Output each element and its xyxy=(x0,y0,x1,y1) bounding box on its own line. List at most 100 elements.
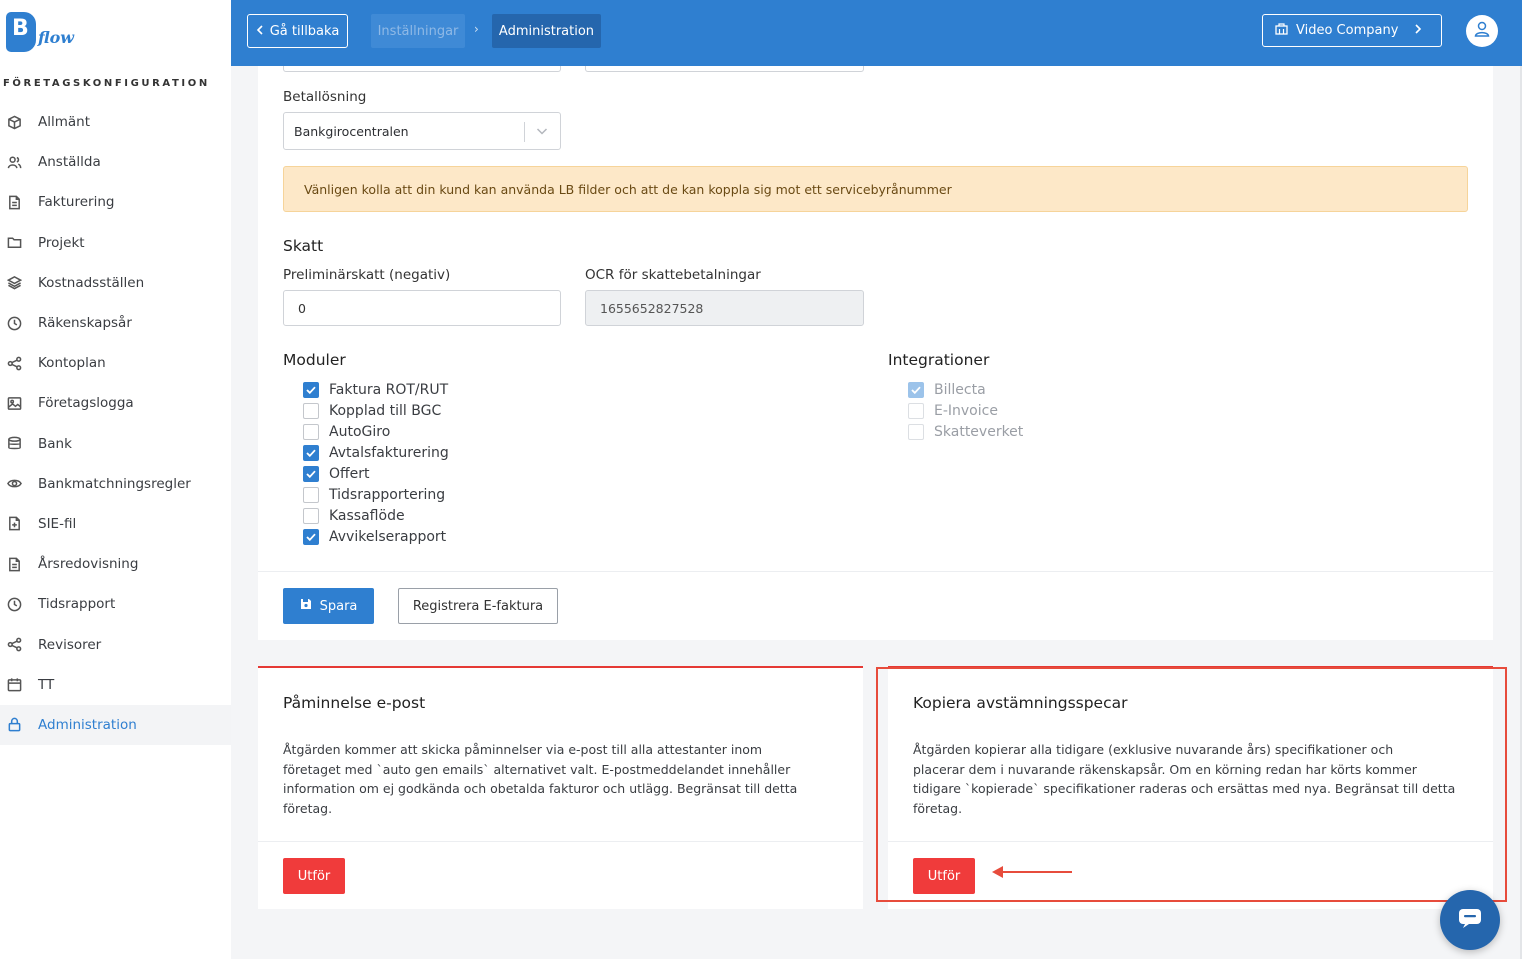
sidebar-item-allmänt[interactable]: Allmänt xyxy=(0,102,231,142)
checkbox-unchecked-icon[interactable] xyxy=(303,486,319,503)
module-checkbox-row[interactable]: Avvikelserapport xyxy=(303,526,449,547)
sidebar-item-label: SIE-fil xyxy=(38,515,77,532)
back-label: Gå tillbaka xyxy=(269,23,340,39)
sidebar-item-bank[interactable]: Bank xyxy=(0,424,231,464)
sidebar-item-label: Administration xyxy=(38,716,137,733)
reminder-run-button[interactable]: Utför xyxy=(283,858,345,894)
card-divider xyxy=(258,841,863,842)
payment-select[interactable]: Bankgirocentralen xyxy=(283,112,561,150)
module-checkbox-row[interactable]: Avtalsfakturering xyxy=(303,442,449,463)
breadcrumb-administration[interactable]: Administration xyxy=(492,14,601,48)
sidebar-item-label: Revisorer xyxy=(38,636,102,653)
sidebar-item-räkenskapsår[interactable]: Räkenskapsår xyxy=(0,303,231,343)
layers-icon xyxy=(6,275,22,291)
integration-checkbox-row: Skatteverket xyxy=(908,421,1023,442)
reminder-desc-line: företag. xyxy=(283,800,333,816)
chevron-left-icon xyxy=(256,24,264,39)
sidebar-item-projekt[interactable]: Projekt xyxy=(0,223,231,263)
sidebar-item-årsredovisning[interactable]: Årsredovisning xyxy=(0,544,231,584)
annotation-arrow-icon xyxy=(992,866,1003,878)
prelim-tax-input[interactable]: 0 xyxy=(283,290,561,326)
checkbox-unchecked-icon xyxy=(908,402,924,419)
clock-icon xyxy=(6,596,22,612)
checkbox-checked-icon[interactable] xyxy=(303,444,319,461)
input-stub-left xyxy=(283,66,561,72)
sidebar-item-tt[interactable]: TT xyxy=(0,665,231,705)
integration-checkbox-row: E-Invoice xyxy=(908,400,1023,421)
sidebar-item-anställda[interactable]: Anställda xyxy=(0,142,231,182)
register-einvoice-button[interactable]: Registrera E-faktura xyxy=(398,588,558,624)
sidebar-item-företagslogga[interactable]: Företagslogga xyxy=(0,383,231,423)
module-checkbox-row[interactable]: Kopplad till BGC xyxy=(303,400,449,421)
sidebar-item-label: Fakturering xyxy=(38,194,115,211)
chevron-down-icon xyxy=(536,125,548,140)
module-checkbox-row[interactable]: Offert xyxy=(303,463,449,484)
bflow-logo[interactable]: B flow xyxy=(6,12,74,54)
sidebar-item-label: Tidsrapport xyxy=(38,596,116,613)
sidebar-item-label: Allmänt xyxy=(38,114,91,131)
building-icon xyxy=(1275,22,1288,39)
sidebar-item-administration[interactable]: Administration xyxy=(0,704,231,745)
module-checkbox-row[interactable]: Kassaflöde xyxy=(303,505,449,526)
settings-card xyxy=(258,66,1493,640)
checkbox-checked-icon xyxy=(908,381,924,398)
breadcrumb-settings[interactable]: Inställningar xyxy=(371,14,465,48)
checkbox-label: Tidsrapportering xyxy=(329,486,446,503)
reminder-desc-line: företaget med `auto gen emails` alternat… xyxy=(283,761,791,777)
checkbox-unchecked-icon[interactable] xyxy=(303,402,319,419)
annotation-highlight-box xyxy=(876,667,1507,902)
module-checkbox-row[interactable]: AutoGiro xyxy=(303,421,449,442)
database-icon xyxy=(6,436,22,452)
folder-icon xyxy=(6,235,22,251)
alert-text: Vänligen kolla att din kund kan använda … xyxy=(304,181,952,197)
sidebar-item-revisorer[interactable]: Revisorer xyxy=(0,624,231,664)
checkbox-label: Offert xyxy=(329,465,370,482)
share-icon xyxy=(6,637,22,653)
checkbox-label: E-Invoice xyxy=(934,402,998,419)
sidebar-item-bankmatchningsregler[interactable]: Bankmatchningsregler xyxy=(0,464,231,504)
logo-mark: B xyxy=(6,12,36,52)
warning-alert: Vänligen kolla att din kund kan använda … xyxy=(283,166,1468,212)
chat-launcher-button[interactable] xyxy=(1440,890,1500,950)
integrations-list: Billecta E-Invoice Skatteverket xyxy=(908,379,1023,442)
checkbox-label: Avtalsfakturering xyxy=(329,444,449,461)
module-checkbox-row[interactable]: Faktura ROT/RUT xyxy=(303,379,449,400)
sidebar-item-kontoplan[interactable]: Kontoplan xyxy=(0,343,231,383)
breadcrumb-separator-icon: › xyxy=(474,22,479,36)
checkbox-checked-icon[interactable] xyxy=(303,528,319,545)
sidebar-item-label: Årsredovisning xyxy=(38,556,139,573)
user-avatar[interactable] xyxy=(1466,15,1498,47)
document-icon xyxy=(6,556,22,572)
eye-icon xyxy=(6,476,22,492)
save-label: Spara xyxy=(319,598,358,614)
sidebar-item-sie-fil[interactable]: SIE-fil xyxy=(0,504,231,544)
modules-section-title: Moduler xyxy=(283,351,346,369)
sidebar-nav: Allmänt Anställda Fakturering Projekt Kostna… xyxy=(0,102,231,745)
checkbox-label: AutoGiro xyxy=(329,423,391,440)
back-button[interactable]: Gå tillbaka xyxy=(247,14,348,48)
sidebar-item-tidsrapport[interactable]: Tidsrapport xyxy=(0,584,231,624)
sidebar-item-label: Bank xyxy=(38,435,72,452)
sidebar-item-fakturering[interactable]: Fakturering xyxy=(0,182,231,222)
sidebar-item-label: Bankmatchningsregler xyxy=(38,475,191,492)
save-button[interactable]: Spara xyxy=(283,588,374,624)
prelim-tax-label: Preliminärskatt (negativ) xyxy=(283,267,451,283)
ocr-value: 1655652827528 xyxy=(600,300,704,316)
checkbox-checked-icon[interactable] xyxy=(303,465,319,482)
register-label: Registrera E-faktura xyxy=(412,598,544,614)
module-checkbox-row[interactable]: Tidsrapportering xyxy=(303,484,449,505)
sidebar-item-kostnadsställen[interactable]: Kostnadsställen xyxy=(0,263,231,303)
checkbox-label: Faktura ROT/RUT xyxy=(329,381,449,398)
prelim-tax-value: 0 xyxy=(298,300,306,316)
checkbox-unchecked-icon xyxy=(908,423,924,440)
checkbox-checked-icon[interactable] xyxy=(303,381,319,398)
checkbox-unchecked-icon[interactable] xyxy=(303,507,319,524)
ocr-label: OCR för skattebetalningar xyxy=(585,267,761,283)
sidebar-item-label: Anställda xyxy=(38,154,101,171)
payment-label: Betallösning xyxy=(283,89,367,105)
integrations-section-title: Integrationer xyxy=(888,351,990,369)
checkbox-unchecked-icon[interactable] xyxy=(303,423,319,440)
sidebar-item-label: Företagslogga xyxy=(38,395,134,412)
company-switcher[interactable]: Video Company xyxy=(1262,14,1442,47)
modules-list: Faktura ROT/RUT Kopplad till BGC AutoGiro A… xyxy=(303,379,449,547)
